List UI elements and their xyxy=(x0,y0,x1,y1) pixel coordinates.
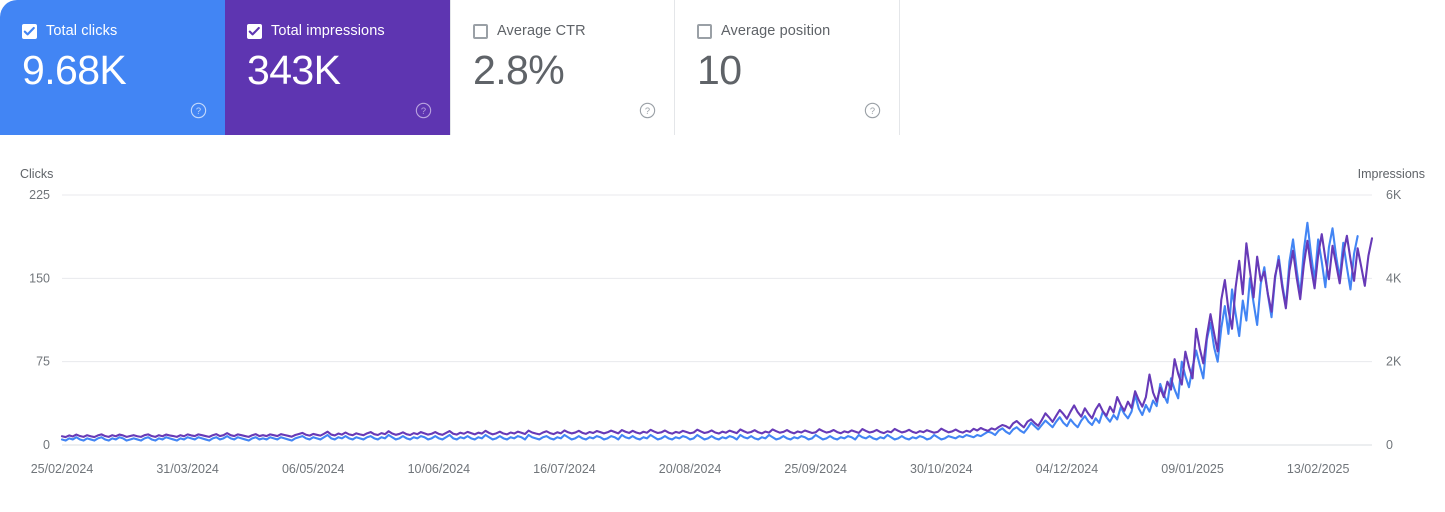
series-line-clicks xyxy=(60,221,1359,442)
x-tick-label: 10/06/2024 xyxy=(408,462,471,476)
help-icon[interactable]: ? xyxy=(864,102,881,119)
metric-label: Average position xyxy=(721,23,831,39)
x-tick-label: 20/08/2024 xyxy=(659,462,722,476)
svg-text:?: ? xyxy=(870,106,875,116)
metric-card-average-position[interactable]: Average position 10 ? xyxy=(675,0,900,135)
search-performance-panel: Total clicks 9.68K ? Total impressions 3… xyxy=(0,0,1445,512)
series-line-impressions xyxy=(60,233,1374,439)
metric-header: Total impressions xyxy=(247,22,450,40)
metric-header: Average position xyxy=(697,22,899,40)
svg-text:?: ? xyxy=(196,106,201,116)
checkbox-total-impressions[interactable] xyxy=(247,23,262,39)
right-tick-label: 2K xyxy=(1386,355,1402,369)
x-tick-label: 04/12/2024 xyxy=(1036,462,1099,476)
left-tick-label: 75 xyxy=(36,355,50,369)
left-tick-label: 150 xyxy=(29,271,50,285)
performance-chart[interactable]: 0 75 150 225 0 2K 4K 6K 25/02/2024 31/03/2024 06… xyxy=(0,135,1445,512)
gridlines xyxy=(62,194,1372,446)
metric-card-row: Total clicks 9.68K ? Total impressions 3… xyxy=(0,0,900,135)
x-tick-label: 31/03/2024 xyxy=(156,462,219,476)
x-tick-label: 06/05/2024 xyxy=(282,462,345,476)
help-icon[interactable]: ? xyxy=(190,102,207,119)
chart-canvas: 0 75 150 225 0 2K 4K 6K 25/02/2024 31/03/2024 06… xyxy=(20,167,1425,476)
metric-label: Average CTR xyxy=(497,23,586,39)
right-tick-label: 4K xyxy=(1386,271,1402,285)
metric-card-total-clicks[interactable]: Total clicks 9.68K ? xyxy=(0,0,225,135)
metric-label: Total clicks xyxy=(46,23,118,39)
metric-label: Total impressions xyxy=(271,23,385,39)
left-tick-label: 225 xyxy=(29,188,50,202)
x-tick-label: 16/07/2024 xyxy=(533,462,596,476)
left-axis-title: Clicks xyxy=(20,167,53,181)
metric-card-average-ctr[interactable]: Average CTR 2.8% ? xyxy=(450,0,675,135)
x-tick-label: 25/09/2024 xyxy=(784,462,847,476)
help-icon[interactable]: ? xyxy=(415,102,432,119)
left-axis-ticks: 0 75 150 225 xyxy=(29,188,50,452)
metric-value: 10 xyxy=(697,47,742,93)
checkbox-average-ctr[interactable] xyxy=(473,23,488,39)
series-lines xyxy=(60,221,1374,442)
left-tick-label: 0 xyxy=(43,438,50,452)
metric-header: Total clicks xyxy=(22,22,225,40)
metric-value: 2.8% xyxy=(473,47,565,93)
svg-text:?: ? xyxy=(421,106,426,116)
right-axis-ticks: 0 2K 4K 6K xyxy=(1386,188,1402,452)
checkbox-total-clicks[interactable] xyxy=(22,23,37,39)
checkbox-average-position[interactable] xyxy=(697,23,712,39)
metric-card-total-impressions[interactable]: Total impressions 343K ? xyxy=(225,0,450,135)
x-axis-ticks: 25/02/2024 31/03/2024 06/05/2024 10/06/2024… xyxy=(31,462,1350,476)
metric-header: Average CTR xyxy=(473,22,674,40)
x-tick-label: 25/02/2024 xyxy=(31,462,94,476)
x-tick-label: 30/10/2024 xyxy=(910,462,973,476)
right-tick-label: 0 xyxy=(1386,438,1393,452)
x-tick-label: 09/01/2025 xyxy=(1161,462,1224,476)
x-tick-label: 13/02/2025 xyxy=(1287,462,1350,476)
svg-text:?: ? xyxy=(645,106,650,116)
metric-value: 343K xyxy=(247,47,341,93)
right-tick-label: 6K xyxy=(1386,188,1402,202)
help-icon[interactable]: ? xyxy=(639,102,656,119)
metric-value: 9.68K xyxy=(22,47,127,93)
right-axis-title: Impressions xyxy=(1358,167,1425,181)
